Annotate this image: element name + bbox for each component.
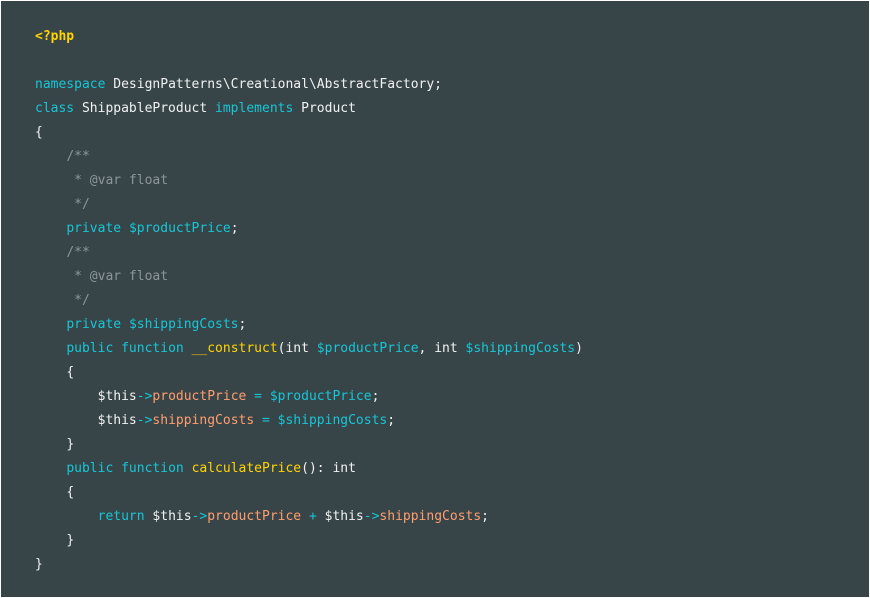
doc-comment-var: * @var float — [66, 269, 169, 284]
namespace-name: DesignPatterns\Creational\AbstractFactor… — [113, 77, 443, 92]
namespace-keyword: namespace — [35, 77, 106, 92]
assign-operator: = — [254, 413, 278, 428]
arrow-operator: -> — [136, 413, 153, 428]
code-line-22: } — [35, 529, 583, 553]
code-line-13: private $shippingCosts; — [35, 313, 583, 337]
code-line-10: /** — [35, 241, 583, 265]
property-shipping-costs: $shippingCosts — [128, 317, 239, 332]
class-close-brace: } — [35, 557, 43, 572]
param-shipping-costs: $shippingCosts — [465, 341, 576, 356]
construct-function-name: __construct — [191, 341, 278, 356]
int-type: int — [285, 341, 309, 356]
code-line-19: public function calculatePrice(): int — [35, 457, 583, 481]
function-keyword: function — [121, 341, 184, 356]
construct-open-brace: { — [66, 365, 75, 380]
this-shipping-costs: shippingCosts — [152, 413, 255, 428]
this-variable: $this — [324, 509, 364, 524]
doc-comment-open: /** — [66, 149, 90, 164]
code-line-20: { — [35, 481, 583, 505]
assign-operator: = — [246, 389, 270, 404]
code-line-15: { — [35, 361, 583, 385]
empty-params-return: (): — [301, 461, 333, 476]
arrow-operator: -> — [136, 389, 153, 404]
code-line-7: * @var float — [35, 169, 583, 193]
class-open-brace: { — [35, 125, 43, 140]
this-variable: $this — [152, 509, 192, 524]
calculate-close-brace: } — [66, 533, 75, 548]
doc-comment-close: */ — [66, 197, 90, 212]
property-product-price: $productPrice — [128, 221, 231, 236]
return-keyword: return — [97, 509, 145, 524]
calculate-open-brace: { — [66, 485, 75, 500]
php-open-tag: <?php — [35, 29, 75, 44]
code-line-5: { — [35, 121, 583, 145]
code-line-11: * @var float — [35, 265, 583, 289]
public-keyword: public — [66, 341, 114, 356]
implements-keyword: implements — [215, 101, 294, 116]
calculate-price-function-name: calculatePrice — [191, 461, 302, 476]
paren-close: ) — [575, 341, 583, 356]
semicolon: ; — [371, 389, 380, 404]
public-keyword: public — [66, 461, 114, 476]
this-variable: $this — [97, 413, 137, 428]
class-keyword: class — [35, 101, 75, 116]
int-type: int — [434, 341, 458, 356]
code-line-14: public function __construct(int $product… — [35, 337, 583, 361]
code-line-1: <?php — [35, 25, 583, 49]
code-line-6: /** — [35, 145, 583, 169]
doc-comment-open: /** — [66, 245, 90, 260]
comma: , — [418, 341, 435, 356]
code-line-23: } — [35, 553, 583, 577]
this-product-price: productPrice — [207, 509, 302, 524]
code-line-16: $this->productPrice = $productPrice; — [35, 385, 583, 409]
code-line-18: } — [35, 433, 583, 457]
construct-close-brace: } — [66, 437, 75, 452]
function-keyword: function — [121, 461, 184, 476]
this-variable: $this — [97, 389, 137, 404]
arrow-operator: -> — [363, 509, 380, 524]
private-keyword: private — [66, 221, 122, 236]
interface-name: Product — [301, 101, 356, 116]
int-return-type: int — [332, 461, 356, 476]
php-code: <?php namespace DesignPatterns\Creational… — [35, 25, 583, 577]
code-block: <?php namespace DesignPatterns\Creational… — [1, 1, 869, 597]
code-line-17: $this->shippingCosts = $shippingCosts; — [35, 409, 583, 433]
arrow-operator: -> — [191, 509, 208, 524]
this-product-price: productPrice — [152, 389, 247, 404]
class-name: ShippableProduct — [81, 101, 208, 116]
code-line-21: return $this->productPrice + $this->ship… — [35, 505, 583, 529]
code-line-9: private $productPrice; — [35, 217, 583, 241]
semicolon: ; — [238, 317, 247, 332]
plus-operator: + — [301, 509, 325, 524]
doc-comment-var: * @var float — [66, 173, 169, 188]
this-shipping-costs: shippingCosts — [379, 509, 482, 524]
product-price-value: $productPrice — [269, 389, 372, 404]
semicolon: ; — [230, 221, 239, 236]
private-keyword: private — [66, 317, 122, 332]
shipping-costs-value: $shippingCosts — [277, 413, 388, 428]
doc-comment-close: */ — [66, 293, 90, 308]
semicolon: ; — [481, 509, 489, 524]
code-line-8: */ — [35, 193, 583, 217]
code-line-12: */ — [35, 289, 583, 313]
param-product-price: $productPrice — [316, 341, 419, 356]
code-line-4: class ShippableProduct implements Produc… — [35, 97, 583, 121]
semicolon: ; — [387, 413, 396, 428]
code-line-3: namespace DesignPatterns\Creational\Abst… — [35, 73, 583, 97]
